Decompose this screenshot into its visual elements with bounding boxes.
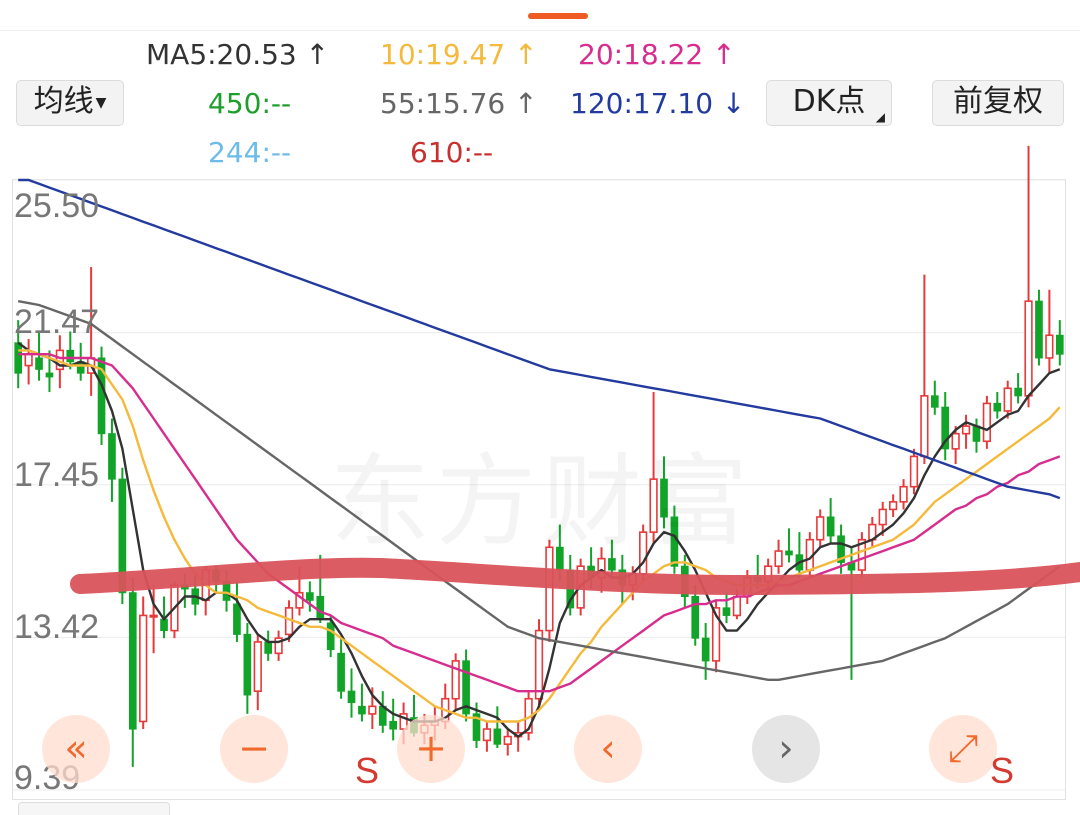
candle (253, 634, 262, 711)
candle (961, 414, 971, 449)
minus-icon: − (238, 726, 270, 770)
candle (108, 418, 116, 502)
expand-icon: ⤢ (947, 726, 979, 770)
candle (358, 683, 366, 722)
candle (503, 729, 512, 756)
candle (1045, 289, 1054, 374)
candle (941, 392, 950, 461)
y-tick-label: 13.42 (14, 608, 100, 646)
candle (993, 392, 1002, 419)
chevron-left-icon: ‹ (600, 726, 616, 770)
candle (243, 623, 252, 714)
candle (920, 274, 929, 464)
zoom-in-button[interactable]: + (397, 715, 465, 783)
candle (534, 619, 544, 707)
candle (785, 528, 793, 563)
candle (264, 630, 273, 661)
candle (795, 532, 804, 578)
candle (482, 721, 492, 752)
candle (274, 630, 283, 661)
candle (816, 509, 825, 548)
candle (701, 623, 710, 680)
candle (139, 596, 148, 730)
candle (389, 698, 398, 741)
double-chevron-left-icon: « (64, 726, 88, 770)
chevron-right-icon: › (778, 726, 794, 770)
candle (347, 668, 356, 718)
y-tick-label: 17.45 (14, 456, 100, 494)
plus-icon: + (415, 726, 447, 770)
rewind-button[interactable]: « (42, 715, 110, 783)
fullscreen-button[interactable]: ⤢ (929, 715, 997, 783)
candle (1014, 373, 1022, 404)
candle (722, 592, 731, 624)
kline-chart[interactable] (0, 0, 1080, 811)
sell-marker: S (990, 750, 1015, 791)
candle (868, 516, 877, 548)
candle (451, 653, 460, 711)
candle (826, 498, 835, 544)
bottom-tab-stub[interactable] (18, 802, 170, 815)
candle (857, 532, 867, 578)
zoom-out-button[interactable]: − (220, 715, 288, 783)
candle (972, 418, 981, 453)
y-tick-label: 25.50 (14, 187, 100, 225)
candle (909, 448, 919, 495)
candle (24, 339, 33, 385)
sell-marker: S (355, 750, 380, 791)
candle (982, 395, 992, 449)
candle (1024, 145, 1033, 408)
candle (899, 479, 908, 510)
drawn-support-line (70, 557, 1080, 596)
prev-button[interactable]: ‹ (574, 715, 642, 783)
candle (930, 380, 939, 415)
candle (233, 581, 241, 642)
candle (337, 638, 345, 699)
candle (378, 691, 387, 733)
candle (1055, 320, 1064, 366)
y-tick-label: 21.47 (14, 303, 100, 341)
candle (889, 494, 898, 517)
candle (493, 706, 502, 748)
candle (847, 547, 856, 680)
candle (128, 577, 137, 767)
watermark: 东方财富 (330, 420, 754, 565)
next-button[interactable]: › (752, 715, 820, 783)
candle (774, 539, 783, 574)
candle (1035, 289, 1043, 366)
candle (462, 649, 470, 722)
